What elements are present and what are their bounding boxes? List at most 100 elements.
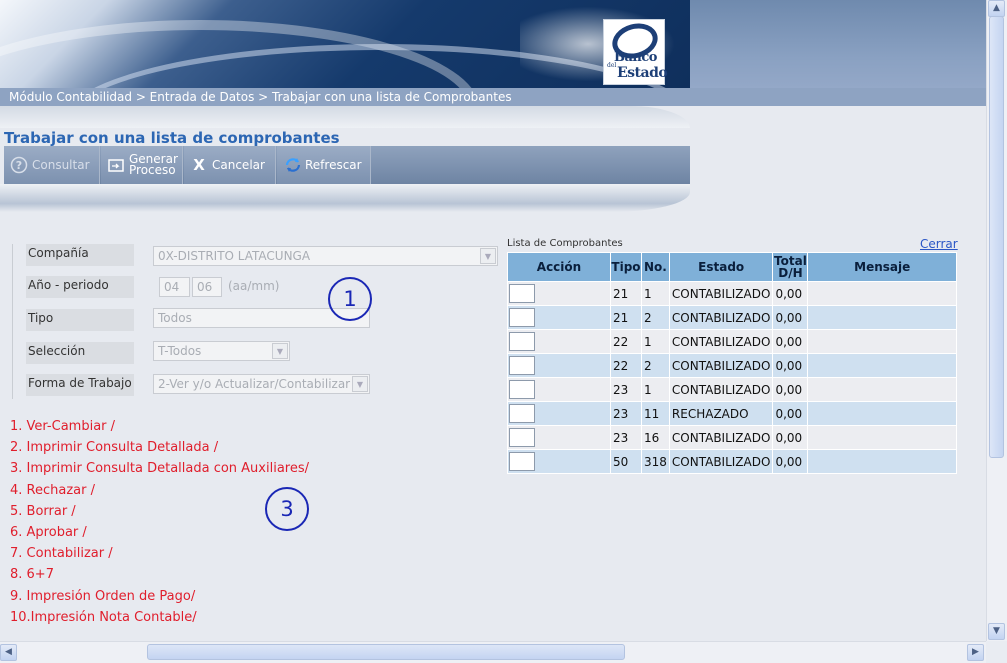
bank-logo: Banco del Estado: [603, 18, 668, 85]
total-cell: 0,00: [772, 377, 809, 402]
accion-cell: [507, 281, 611, 306]
consultar-button[interactable]: ? Consultar: [4, 146, 100, 184]
option-item: 1. Ver-Cambiar /: [10, 419, 116, 434]
breadcrumb: Módulo Contabilidad > Entrada de Datos >…: [9, 90, 512, 104]
total-cell: 0,00: [772, 425, 809, 450]
estado-cell: CONTABILIZADO: [668, 329, 774, 354]
total-cell: 0,00: [772, 329, 809, 354]
no-cell: 11: [641, 401, 670, 426]
total-cell: 0,00: [772, 305, 809, 330]
tipo-cell: 23: [610, 377, 642, 402]
estado-cell: CONTABILIZADO: [668, 449, 774, 474]
refrescar-button[interactable]: Refrescar: [277, 146, 371, 184]
accion-input[interactable]: [509, 404, 535, 423]
periodo-input[interactable]: 06: [192, 277, 222, 297]
mensaje-cell: [807, 449, 957, 474]
option-item: 8. 6+7: [10, 567, 54, 583]
no-cell: 2: [641, 305, 670, 330]
anio-input[interactable]: 04: [159, 277, 190, 297]
no-cell: 318: [641, 449, 670, 474]
option-item: 3. Imprimir Consulta Detallada con Auxil…: [10, 461, 310, 477]
vertical-scroll-thumb[interactable]: [989, 16, 1004, 458]
col-tipo: Tipo: [610, 252, 642, 282]
accion-cell: [507, 449, 611, 474]
close-link[interactable]: Cerrar: [920, 237, 958, 251]
forma-trabajo-value: 2-Ver y/o Actualizar/Contabilizar: [158, 377, 351, 391]
horizontal-scrollbar[interactable]: ◀ ▶: [0, 641, 986, 663]
tipo-cell: 23: [610, 425, 642, 450]
scroll-up-icon[interactable]: ▲: [988, 0, 1005, 17]
header-panel: Trabajar con una lista de comprobantes ?…: [0, 106, 690, 212]
no-cell: 16: [641, 425, 670, 450]
option-item: 10.Impresión Nota Contable/: [10, 609, 197, 625]
accion-input[interactable]: [509, 332, 535, 351]
scroll-right-icon[interactable]: ▶: [967, 644, 984, 661]
no-cell: 1: [641, 329, 670, 354]
page: Banco del Estado Módulo Contabilidad > E…: [0, 0, 986, 641]
compania-select[interactable]: 0X-DISTRITO LATACUNGA ▼: [153, 246, 498, 266]
logo-text-banco: Banco: [614, 50, 657, 65]
mensaje-cell: [807, 425, 957, 450]
table-row: 23 1 CONTABILIZADO 0,00: [507, 377, 957, 402]
logo-text-estado: Estado: [617, 65, 668, 81]
tipo-cell: 21: [610, 305, 642, 330]
toolbar: ? Consultar Generar Proceso X Cancelar R…: [4, 146, 690, 184]
tipo-cell: 21: [610, 281, 642, 306]
table-row: 21 2 CONTABILIZADO 0,00: [507, 305, 957, 330]
form-divider: [12, 244, 13, 399]
accion-input[interactable]: [509, 428, 535, 447]
tipo-label: Tipo: [26, 309, 134, 331]
refresh-icon: [283, 156, 301, 174]
col-no: No.: [641, 252, 670, 282]
cancelar-button[interactable]: X Cancelar: [184, 146, 276, 184]
compania-label: Compañía: [26, 244, 134, 266]
cancelar-label: Cancelar: [212, 158, 265, 172]
accion-input[interactable]: [509, 452, 535, 471]
table-row: 22 2 CONTABILIZADO 0,00: [507, 353, 957, 378]
tipo-cell: 22: [610, 329, 642, 354]
help-circle-icon: ?: [10, 156, 28, 174]
estado-cell: CONTABILIZADO: [668, 425, 774, 450]
option-item: 7. Contabilizar /: [10, 546, 113, 562]
annotation-marker-3: 3: [265, 487, 309, 531]
scroll-left-icon[interactable]: ◀: [0, 644, 17, 661]
accion-input[interactable]: [509, 308, 535, 327]
table-row: 50 318 CONTABILIZADO 0,00: [507, 449, 957, 474]
option-item: 9. Impresión Orden de Pago/: [10, 588, 196, 604]
horizontal-scroll-thumb[interactable]: [147, 644, 625, 660]
chevron-down-icon: ▼: [480, 248, 496, 264]
mensaje-cell: [807, 353, 957, 378]
logo-text-del: del: [607, 62, 617, 69]
accion-cell: [507, 377, 611, 402]
tipo-value: Todos: [158, 311, 192, 325]
process-icon: [107, 156, 125, 174]
tipo-cell: 23: [610, 401, 642, 426]
accion-input[interactable]: [509, 356, 535, 375]
forma-trabajo-select[interactable]: 2-Ver y/o Actualizar/Contabilizar ▼: [153, 374, 370, 394]
col-total-line2: D/H: [778, 266, 803, 280]
estado-cell: CONTABILIZADO: [668, 353, 774, 378]
no-cell: 1: [641, 281, 670, 306]
accion-cell: [507, 353, 611, 378]
options-list: 1. Ver-Cambiar / 2. Imprimir Consulta De…: [10, 416, 309, 628]
mensaje-cell: [807, 401, 957, 426]
mensaje-cell: [807, 305, 957, 330]
svg-text:?: ?: [16, 159, 22, 172]
generar-proceso-button[interactable]: Generar Proceso: [101, 146, 183, 184]
accion-cell: [507, 305, 611, 330]
estado-cell: CONTABILIZADO: [668, 305, 774, 330]
vertical-scrollbar[interactable]: ▲ ▼: [986, 0, 1007, 641]
tipo-cell: 50: [610, 449, 642, 474]
banner: Banco del Estado Módulo Contabilidad > E…: [0, 0, 986, 106]
consultar-label: Consultar: [32, 158, 90, 172]
seleccion-select[interactable]: T-Todos ▼: [153, 341, 290, 361]
scroll-down-icon[interactable]: ▼: [988, 623, 1005, 640]
accion-input[interactable]: [509, 380, 535, 399]
forma-trabajo-label: Forma de Trabajo: [26, 374, 134, 396]
header-topbar: [0, 106, 690, 128]
total-cell: 0,00: [772, 401, 809, 426]
accion-input[interactable]: [509, 284, 535, 303]
estado-cell: RECHAZADO: [668, 401, 774, 426]
table-row: 23 11 RECHAZADO 0,00: [507, 401, 957, 426]
list-title: Lista de Comprobantes: [507, 238, 623, 249]
